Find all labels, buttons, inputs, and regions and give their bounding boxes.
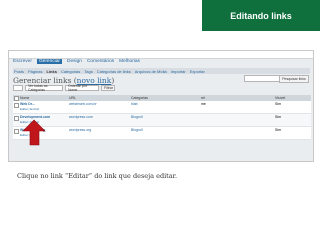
submenu-categorias[interactable]: Categorias xyxy=(61,69,80,74)
main-menu: Escrever Gerenciar Design Comentários Me… xyxy=(13,59,140,64)
table-row: WordPress.org Editar | Excluir wordpress… xyxy=(13,127,311,140)
table-row: Development.com Editar | Excluir wordpre… xyxy=(13,114,311,127)
submenu-midia[interactable]: Arquivos de Mídia xyxy=(135,69,167,74)
col-url[interactable]: URL xyxy=(69,96,131,100)
menu-comentarios[interactable]: Comentários xyxy=(87,59,114,64)
link-category[interactable]: Blogroll xyxy=(131,114,201,126)
link-url[interactable]: wordpress.com xyxy=(69,114,131,126)
select-all-checkbox[interactable] xyxy=(14,95,19,101)
instruction-caption: Clique no link “Editar” do link que dese… xyxy=(17,172,178,180)
link-name[interactable]: Web Dr... xyxy=(20,102,69,106)
link-category[interactable]: Blogroll xyxy=(131,127,201,139)
link-visible: Sim xyxy=(275,102,282,106)
category-select[interactable]: Ver todas as Categorias xyxy=(25,84,63,92)
link-rel xyxy=(201,127,241,139)
row-actions[interactable]: Editar | Excluir xyxy=(20,107,69,111)
link-category[interactable]: blab xyxy=(131,101,201,113)
col-categorias[interactable]: Categorias xyxy=(131,96,201,100)
bulk-select[interactable] xyxy=(13,85,23,91)
menu-gerenciar[interactable]: Gerenciar xyxy=(36,59,62,64)
menu-melhorias[interactable]: Melhorias xyxy=(119,59,140,64)
order-select[interactable]: Ordenar por Nome xyxy=(65,84,99,92)
slide-title: Editando links xyxy=(202,0,320,31)
red-arrow-icon xyxy=(22,119,46,146)
links-table: Nome URL Categorias rel Visível Web Dr..… xyxy=(13,95,311,140)
col-nome[interactable]: Nome xyxy=(20,96,69,100)
link-url[interactable]: webdrweb.com.br xyxy=(69,101,131,113)
menu-design[interactable]: Design xyxy=(67,59,82,64)
admin-topbar xyxy=(9,51,313,59)
link-rel xyxy=(201,114,241,126)
link-visible: Sim xyxy=(275,115,282,119)
search-input[interactable] xyxy=(244,75,280,82)
submenu-paginas[interactable]: Páginas xyxy=(28,69,42,74)
submenu-tags[interactable]: Tags xyxy=(84,69,92,74)
submenu-links[interactable]: Links xyxy=(46,69,56,74)
row-checkbox[interactable] xyxy=(14,103,19,108)
row-checkbox[interactable] xyxy=(14,116,19,121)
col-visivel[interactable]: Visível xyxy=(275,96,311,100)
filter-button[interactable]: Filtrar xyxy=(101,85,115,91)
submenu-posts[interactable]: Posts xyxy=(14,69,24,74)
row-checkbox[interactable] xyxy=(14,129,19,134)
table-row: Web Dr... Editar | Excluir webdrweb.com.… xyxy=(13,101,311,114)
col-rel[interactable]: rel xyxy=(201,96,241,100)
submenu-categorias-links[interactable]: Categorias de links xyxy=(97,69,131,74)
menu-escrever[interactable]: Escrever xyxy=(13,59,32,64)
submenu-exportar[interactable]: Exportar xyxy=(190,69,205,74)
link-visible: Sim xyxy=(275,128,282,132)
wordpress-screenshot: Escrever Gerenciar Design Comentários Me… xyxy=(8,50,314,162)
submenu-importar[interactable]: Importar xyxy=(171,69,186,74)
link-url[interactable]: wordpress.org xyxy=(69,127,131,139)
filter-bar: Ver todas as Categorias Ordenar por Nome… xyxy=(13,84,115,92)
search-button[interactable]: Pesquisar links xyxy=(279,75,309,83)
link-rel: me xyxy=(201,102,206,106)
submenu: Posts Páginas Links Categorias Tags Cate… xyxy=(13,68,310,74)
